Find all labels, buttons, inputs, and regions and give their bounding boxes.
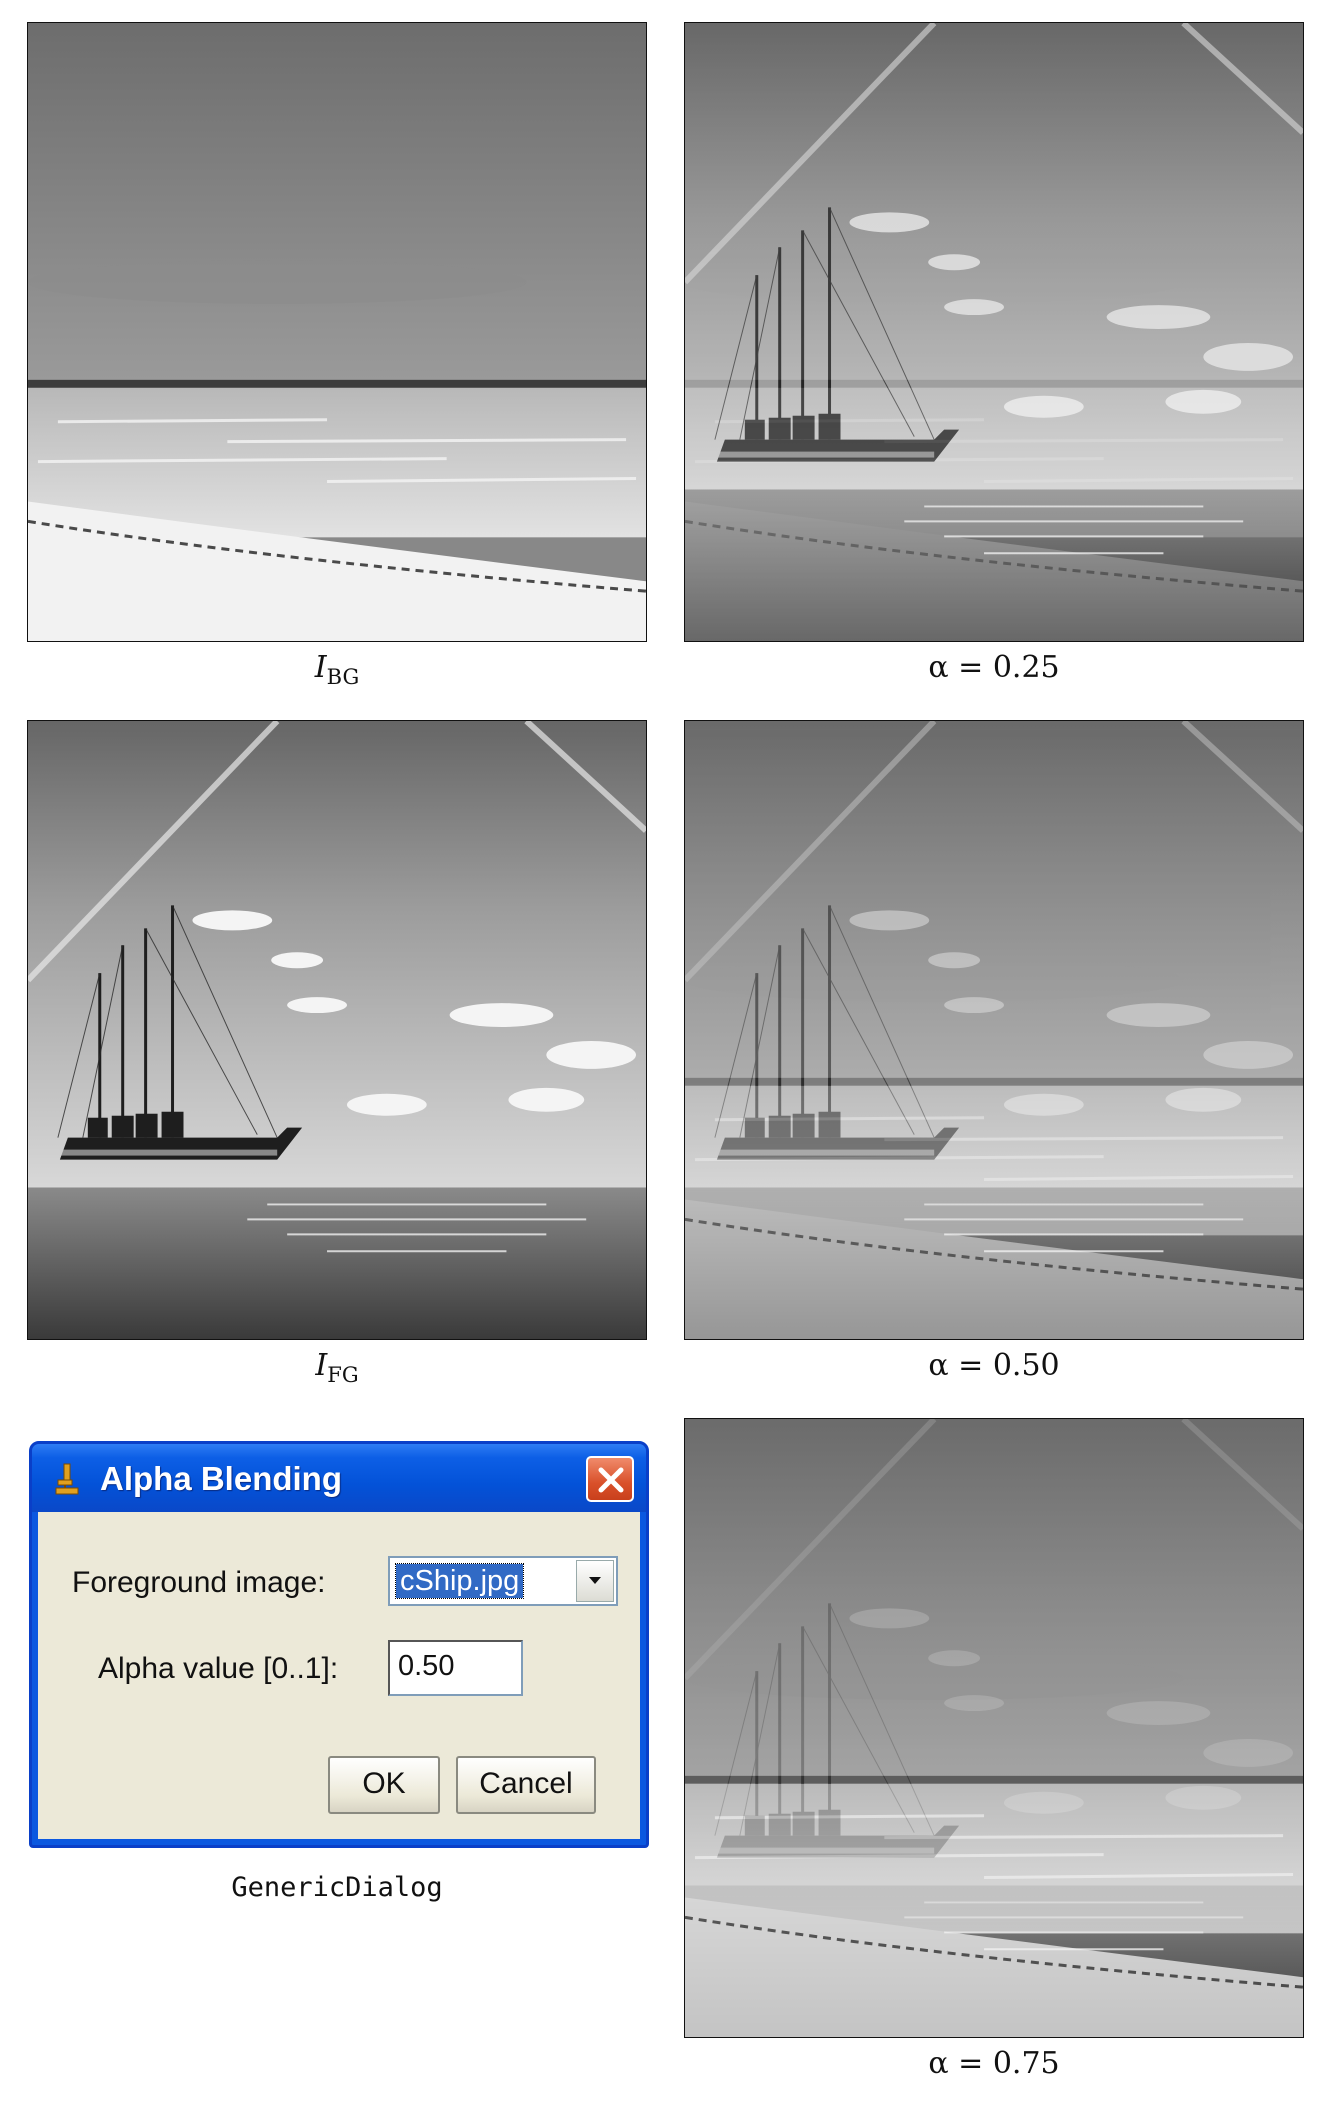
ok-button[interactable]: OK bbox=[328, 1756, 440, 1814]
foreground-image bbox=[27, 720, 647, 1340]
caption-background: IBG bbox=[314, 650, 360, 689]
blend-alpha-075 bbox=[684, 1418, 1304, 2038]
caption-foreground: IFG bbox=[315, 1348, 359, 1387]
dialog-title: Alpha Blending bbox=[100, 1460, 342, 1497]
cancel-button[interactable]: Cancel bbox=[456, 1756, 596, 1814]
alpha-blending-dialog: Alpha Blending Foreground image: cShip.j… bbox=[29, 1441, 649, 1848]
caption-alpha-025: α = 0.25 bbox=[928, 650, 1060, 685]
blend-alpha-050 bbox=[684, 720, 1304, 1340]
caption-dialog: GenericDialog bbox=[231, 1872, 443, 1903]
chevron-down-icon bbox=[589, 1577, 601, 1584]
background-image bbox=[27, 22, 647, 642]
caption-alpha-050: α = 0.50 bbox=[928, 1348, 1060, 1383]
alpha-value-input[interactable]: 0.50 bbox=[388, 1640, 523, 1696]
dropdown-button[interactable] bbox=[576, 1560, 614, 1602]
blend-alpha-025 bbox=[684, 22, 1304, 642]
foreground-image-label: Foreground image: bbox=[72, 1566, 326, 1599]
foreground-image-select[interactable]: cShip.jpg bbox=[388, 1556, 618, 1606]
foreground-image-value: cShip.jpg bbox=[394, 1563, 525, 1599]
alpha-value-label: Alpha value [0..1]: bbox=[98, 1652, 339, 1685]
dialog-title-bar[interactable]: Alpha Blending bbox=[32, 1444, 646, 1512]
close-icon bbox=[598, 1467, 624, 1493]
close-button[interactable] bbox=[586, 1456, 634, 1502]
caption-alpha-075: α = 0.75 bbox=[928, 2046, 1060, 2081]
dialog-body: Foreground image: cShip.jpg Alpha value … bbox=[38, 1512, 640, 1839]
microscope-icon bbox=[54, 1462, 80, 1496]
